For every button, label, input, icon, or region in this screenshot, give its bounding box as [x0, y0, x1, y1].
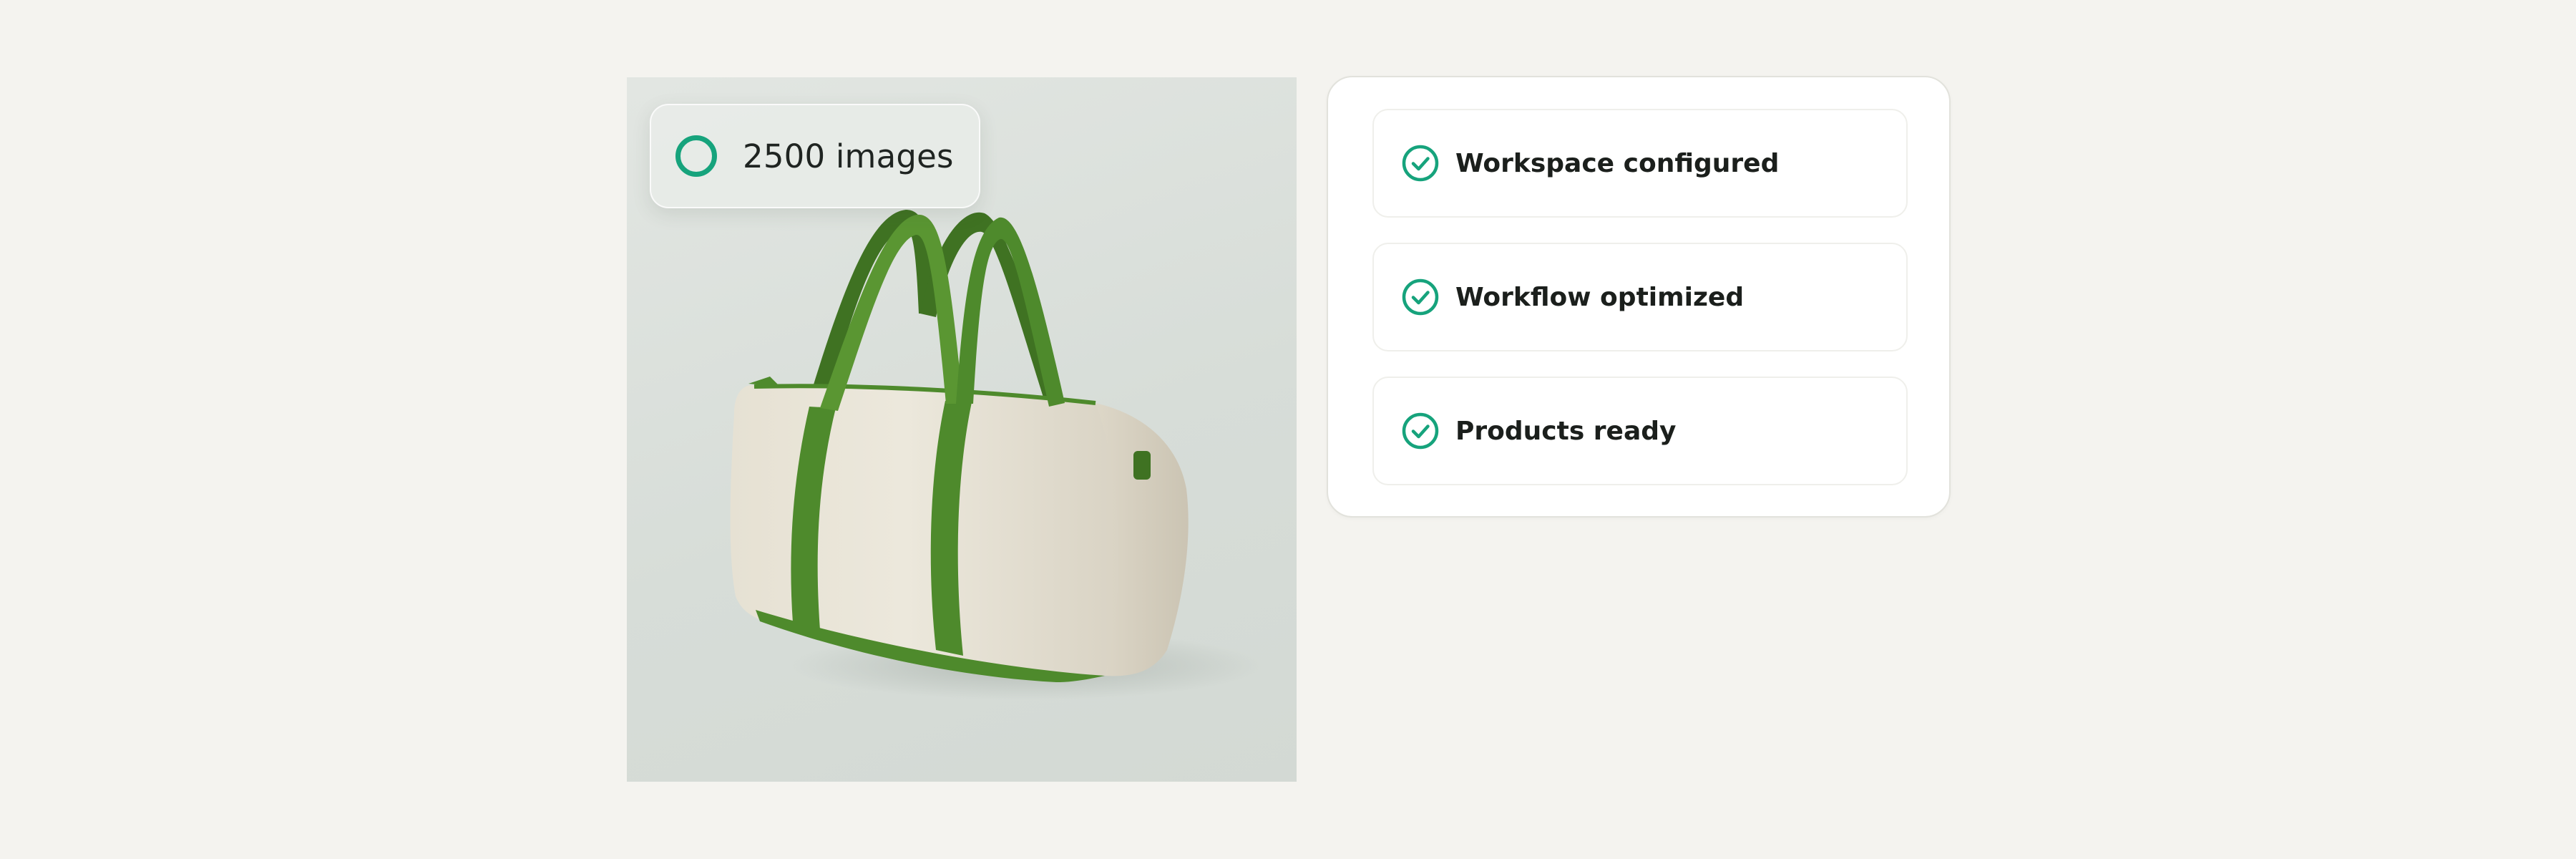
setup-status-card: Workspace configured Workflow optimized … [1327, 76, 1951, 518]
status-label: Products ready [1455, 416, 1677, 446]
check-circle-icon [1402, 278, 1439, 316]
status-item-workflow: Workflow optimized [1372, 243, 1908, 351]
check-circle-icon [1402, 412, 1439, 450]
status-label: Workflow optimized [1455, 282, 1745, 312]
image-count-chip: 2500 images [650, 104, 980, 208]
product-image-panel: 2500 images [627, 77, 1297, 782]
image-count-label: 2500 images [743, 137, 954, 175]
check-circle-icon [1402, 145, 1439, 182]
progress-ring-icon [675, 135, 717, 177]
status-item-workspace: Workspace configured [1372, 109, 1908, 218]
status-label: Workspace configured [1455, 148, 1780, 178]
status-item-products: Products ready [1372, 377, 1908, 485]
